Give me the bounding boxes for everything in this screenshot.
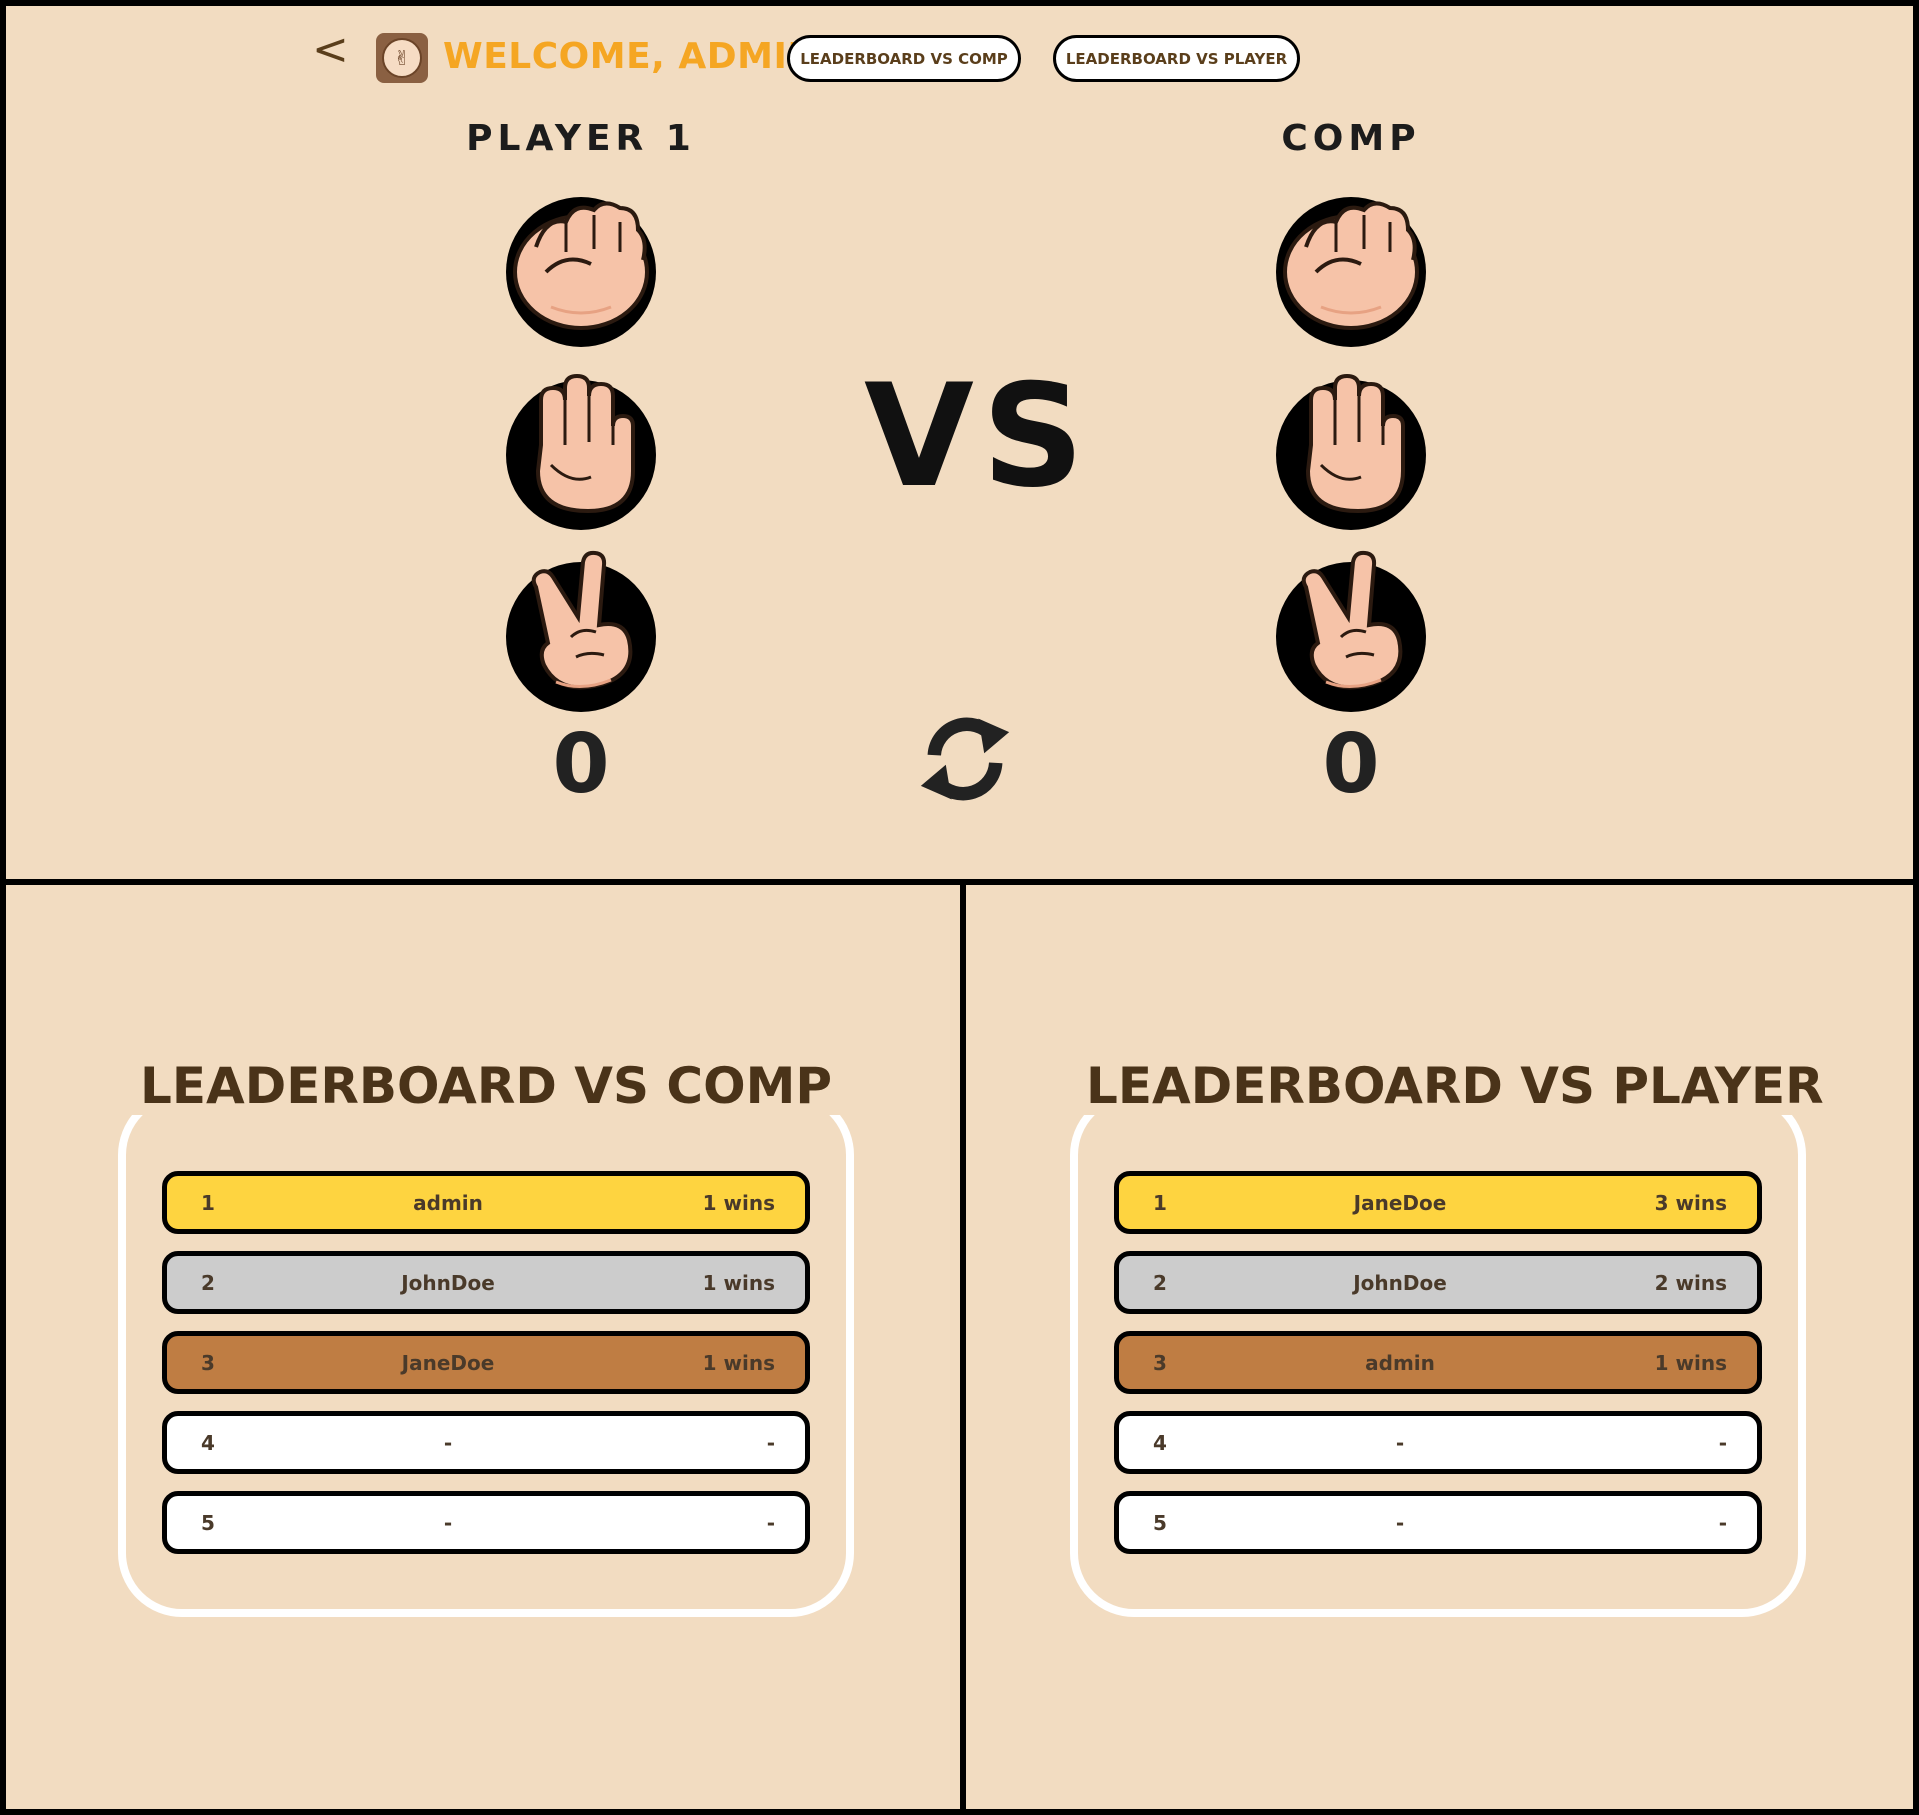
name-cell: - [1395, 1510, 1405, 1535]
leaderboard-vs-comp-button[interactable]: LEADERBOARD VS COMP [787, 35, 1021, 82]
table-row: 4 - - [1114, 1411, 1762, 1474]
rank-cell: 3 [1153, 1350, 1167, 1375]
table-row: 1 JaneDoe 3 wins [1114, 1171, 1762, 1234]
rank-cell: 2 [201, 1270, 215, 1295]
table-row: 3 admin 1 wins [1114, 1331, 1762, 1394]
player2-label: COMP [1281, 118, 1421, 159]
player2-scissors-button[interactable] [1276, 550, 1426, 712]
leaderboard-comp-panel: LEADERBOARD VS COMP 1 admin 1 wins 2 JohnDo… [0, 879, 966, 1815]
vs-label: VS [864, 354, 1093, 519]
rank-cell: 5 [201, 1510, 215, 1535]
name-cell: admin [1365, 1350, 1435, 1375]
player1-rock-button[interactable] [506, 197, 656, 347]
table-row: 2 JohnDoe 2 wins [1114, 1251, 1762, 1314]
wins-cell: 2 wins [1654, 1270, 1727, 1295]
rank-cell: 4 [1153, 1430, 1167, 1455]
scissors-icon [531, 550, 633, 690]
player1-scissors-button[interactable] [506, 550, 656, 712]
wins-cell: 1 wins [702, 1270, 775, 1295]
back-button[interactable]: < [312, 28, 349, 72]
app-logo: ✌ [376, 33, 428, 83]
table-row: 1 admin 1 wins [162, 1171, 810, 1234]
name-cell: admin [413, 1190, 483, 1215]
table-row: 2 JohnDoe 1 wins [162, 1251, 810, 1314]
table-row: 5 - - [162, 1491, 810, 1554]
wins-cell: 1 wins [702, 1350, 775, 1375]
rank-cell: 3 [201, 1350, 215, 1375]
wins-cell: 3 wins [1654, 1190, 1727, 1215]
name-cell: JohnDoe [1353, 1270, 1447, 1295]
name-cell: - [443, 1430, 453, 1455]
wins-cell: - [766, 1430, 775, 1455]
player2-rock-button[interactable] [1276, 197, 1426, 347]
leaderboard-vs-player-button[interactable]: LEADERBOARD VS PLAYER [1053, 35, 1300, 82]
leaderboard-comp-card: LEADERBOARD VS COMP 1 admin 1 wins 2 JohnDo… [118, 1057, 854, 1617]
scissors-icon [1301, 550, 1403, 690]
player1-label: PLAYER 1 [466, 118, 696, 159]
leaderboard-player-title: LEADERBOARD VS PLAYER [1078, 1057, 1832, 1115]
player2-score: 0 [1322, 717, 1380, 812]
game-panel: < ✌ WELCOME, ADMIN LEADERBOARD VS COMP L… [0, 0, 1919, 885]
rank-cell: 2 [1153, 1270, 1167, 1295]
table-row: 4 - - [162, 1411, 810, 1474]
wins-cell: 1 wins [1654, 1350, 1727, 1375]
wins-cell: 1 wins [702, 1190, 775, 1215]
paper-icon [535, 373, 635, 514]
leaderboard-player-card: LEADERBOARD VS PLAYER 1 JaneDoe 3 wins 2 Jo… [1070, 1057, 1832, 1617]
player1-score: 0 [552, 717, 610, 812]
name-cell: JohnDoe [401, 1270, 495, 1295]
player2-paper-button[interactable] [1276, 373, 1426, 530]
rock-icon [513, 201, 649, 330]
wins-cell: - [1718, 1510, 1727, 1535]
leaderboard-comp-title: LEADERBOARD VS COMP [132, 1057, 840, 1115]
paper-icon [1305, 373, 1405, 514]
rank-cell: 1 [1153, 1190, 1167, 1215]
rank-cell: 5 [1153, 1510, 1167, 1535]
player1-paper-button[interactable] [506, 373, 656, 530]
reset-icon[interactable] [912, 711, 1018, 807]
welcome-title: WELCOME, ADMIN [443, 36, 818, 77]
table-row: 5 - - [1114, 1491, 1762, 1554]
wins-cell: - [1718, 1430, 1727, 1455]
rank-cell: 1 [201, 1190, 215, 1215]
rock-icon [1283, 201, 1419, 330]
name-cell: JaneDoe [401, 1350, 495, 1375]
name-cell: - [443, 1510, 453, 1535]
name-cell: JaneDoe [1353, 1190, 1447, 1215]
table-row: 3 JaneDoe 1 wins [162, 1331, 810, 1394]
rank-cell: 4 [201, 1430, 215, 1455]
wins-cell: - [766, 1510, 775, 1535]
name-cell: - [1395, 1430, 1405, 1455]
leaderboard-player-panel: LEADERBOARD VS PLAYER 1 JaneDoe 3 wins 2 Jo… [960, 879, 1919, 1815]
hand-logo-icon: ✌ [382, 38, 422, 78]
